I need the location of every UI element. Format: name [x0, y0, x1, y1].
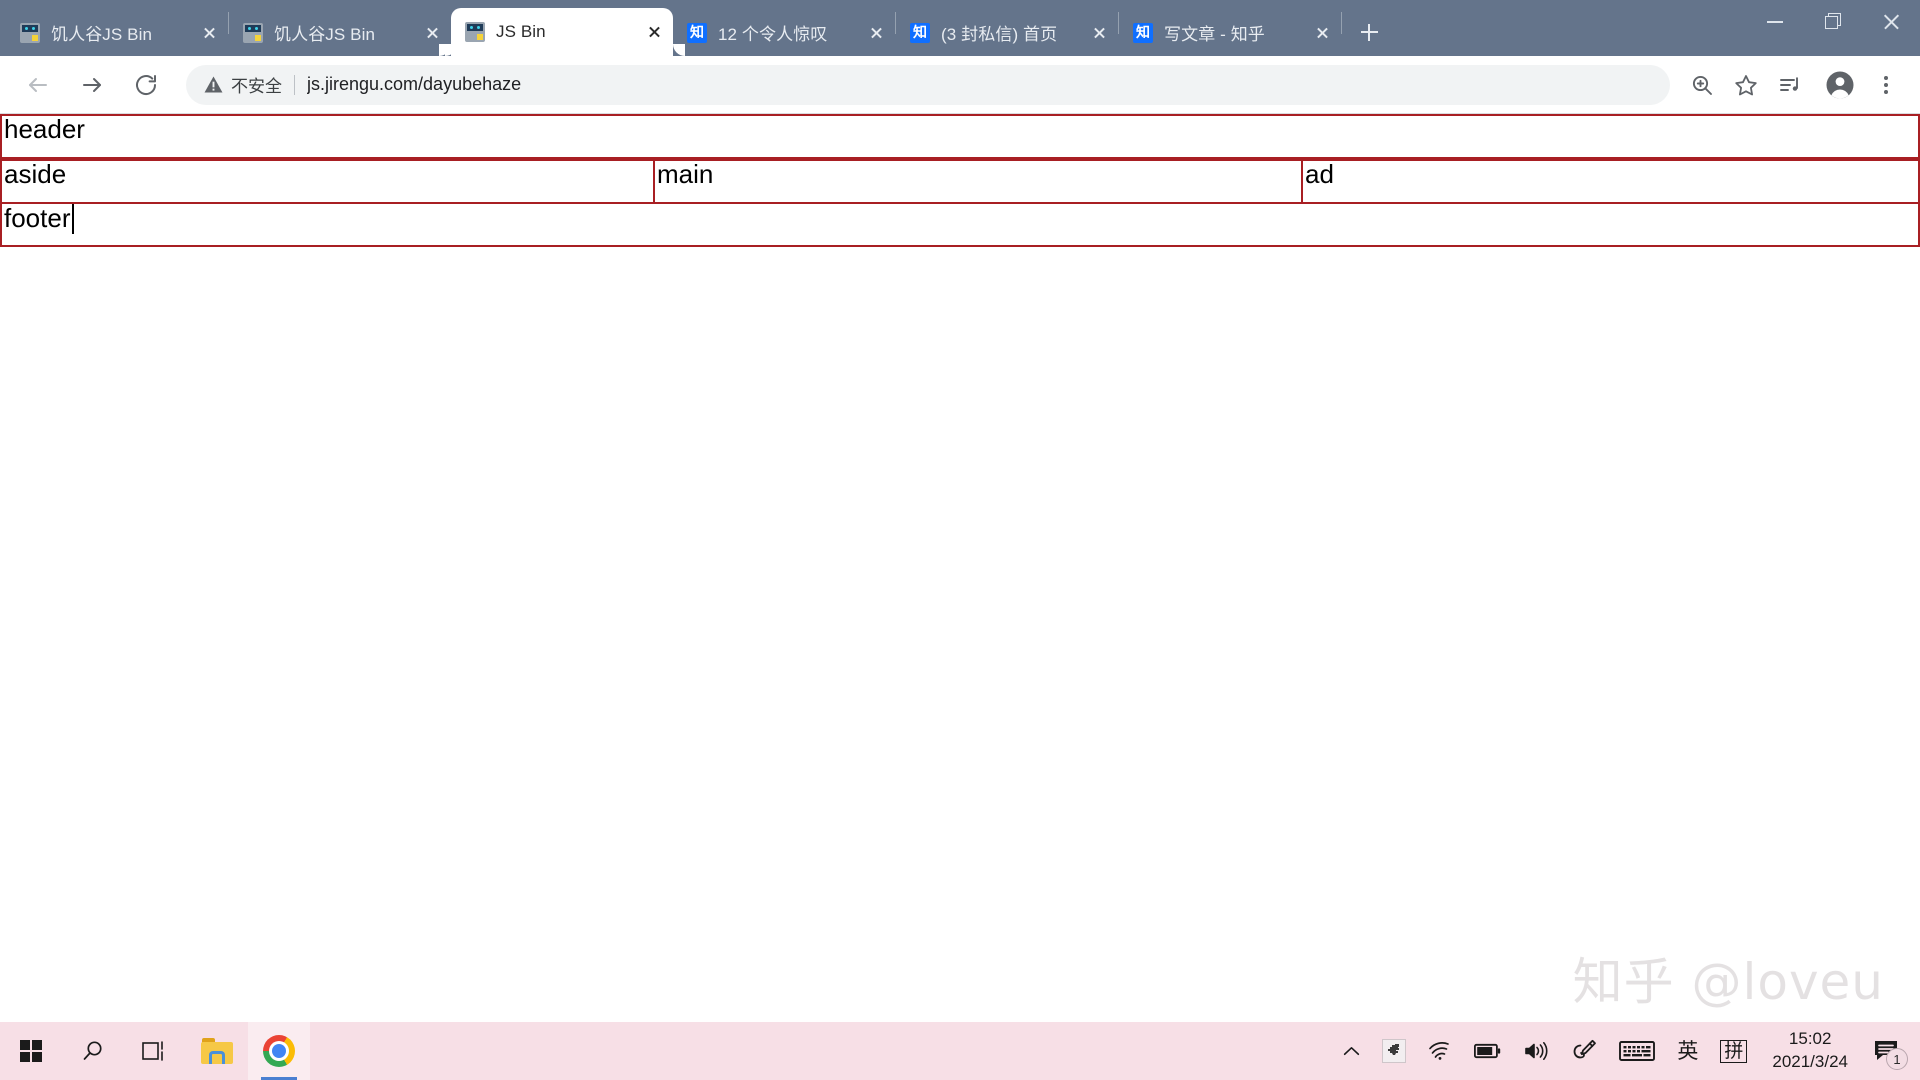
chrome-icon: [263, 1035, 295, 1067]
taskbar-clock[interactable]: 15:02 2021/3/24: [1758, 1022, 1862, 1080]
file-explorer-button[interactable]: [186, 1022, 248, 1080]
forward-button[interactable]: [72, 65, 112, 105]
not-secure-warning-icon[interactable]: [204, 76, 223, 93]
system-tray: 英 拼 15:02 2021/3/24 1: [1332, 1022, 1920, 1080]
star-icon[interactable]: [1726, 65, 1766, 105]
ime-mode-indicator[interactable]: 拼: [1709, 1022, 1758, 1080]
tab-close-icon[interactable]: [863, 20, 889, 46]
battery-icon[interactable]: [1463, 1022, 1512, 1080]
jsbin-favicon-icon: [465, 22, 485, 42]
browser-tab-6[interactable]: 知 写文章 - 知乎: [1119, 9, 1341, 56]
pen-icon[interactable]: [1560, 1022, 1608, 1080]
zoom-in-icon[interactable]: [1682, 65, 1722, 105]
start-button[interactable]: [0, 1022, 62, 1080]
zhihu-favicon-icon: 知: [910, 22, 930, 43]
reload-button[interactable]: [126, 65, 166, 105]
task-view-icon: [142, 1041, 163, 1061]
browser-tab-3-active[interactable]: JS Bin: [451, 8, 685, 56]
profile-avatar-icon[interactable]: [1820, 65, 1860, 105]
search-icon: [83, 1041, 102, 1060]
tab-close-icon[interactable]: [1309, 20, 1335, 46]
chrome-button[interactable]: [248, 1022, 310, 1080]
taskbar-app-area: [0, 1022, 310, 1080]
tab-close-icon[interactable]: [419, 20, 445, 46]
notification-center-button[interactable]: 1: [1862, 1022, 1912, 1080]
battery-glyph: [1474, 1043, 1501, 1059]
back-button[interactable]: [18, 65, 58, 105]
three-dot-menu-icon[interactable]: [1866, 65, 1906, 105]
tab-title: (3 封私信) 首页: [941, 25, 1058, 44]
tab-title: 饥人谷JS Bin: [51, 25, 153, 44]
text-caret: [71, 204, 74, 234]
page-block-header: header: [0, 114, 1920, 159]
ime-mode-label: 拼: [1720, 1039, 1748, 1063]
browser-tab-1[interactable]: 饥人谷JS Bin: [6, 9, 228, 56]
search-button[interactable]: [62, 1022, 124, 1080]
tab-title: 饥人谷JS Bin: [274, 25, 376, 44]
tab-title: 写文章 - 知乎: [1164, 25, 1265, 44]
ime-language-indicator[interactable]: 英: [1666, 1022, 1709, 1080]
page-block-main: main: [653, 159, 1303, 204]
wifi-icon[interactable]: [1417, 1022, 1463, 1080]
zhihu-favicon-icon: 知: [687, 22, 707, 43]
tab-title: JS Bin: [496, 22, 546, 41]
page-block-aside: aside: [0, 159, 655, 204]
tab-strip: 饥人谷JS Bin 饥人谷JS Bin JS Bin 知 12 个令人惊叹 知 …: [0, 0, 1920, 56]
new-tab-button[interactable]: [1352, 15, 1386, 49]
minimize-button[interactable]: [1746, 0, 1804, 42]
maximize-restore-button[interactable]: [1804, 0, 1862, 42]
chevron-up-icon: [1344, 1046, 1360, 1055]
windows-taskbar: 英 拼 15:02 2021/3/24 1: [0, 1022, 1920, 1080]
ime-language-label: 英: [1677, 1038, 1699, 1063]
tab-close-icon[interactable]: [196, 20, 222, 46]
omnibox-divider: [294, 74, 295, 95]
page-block-footer[interactable]: footer: [0, 202, 1920, 247]
footer-text: footer: [4, 203, 71, 233]
notification-badge: 1: [1886, 1048, 1908, 1070]
clock-time: 15:02: [1788, 1029, 1832, 1049]
jsbin-favicon-icon: [20, 22, 40, 43]
browser-tab-5[interactable]: 知 (3 封私信) 首页: [896, 9, 1118, 56]
dino-icon: [1382, 1039, 1407, 1063]
media-list-icon[interactable]: [1770, 65, 1810, 105]
tab-separator: [1341, 12, 1342, 34]
tab-title: 12 个令人惊叹: [718, 25, 828, 44]
jsbin-favicon-icon: [243, 22, 263, 43]
page-middle-row: aside main ad: [0, 159, 1920, 204]
keyboard-glyph: [1619, 1041, 1656, 1061]
security-status-text: 不安全: [231, 77, 282, 96]
close-window-button[interactable]: [1862, 0, 1920, 42]
chrome-browser-window: 饥人谷JS Bin 饥人谷JS Bin JS Bin 知 12 个令人惊叹 知 …: [0, 0, 1920, 1022]
dino-tray-icon[interactable]: [1371, 1022, 1417, 1080]
volume-icon[interactable]: [1512, 1022, 1560, 1080]
tab-close-icon[interactable]: [641, 19, 667, 45]
address-bar[interactable]: 不安全 js.jirengu.com/dayubehaze: [186, 64, 1670, 105]
zhihu-favicon-icon: 知: [1133, 22, 1153, 43]
folder-icon: [201, 1038, 233, 1064]
zhihu-watermark: 知乎 @loveu: [1572, 953, 1884, 1011]
screen: 饥人谷JS Bin 饥人谷JS Bin JS Bin 知 12 个令人惊叹 知 …: [0, 0, 1920, 1080]
task-view-button[interactable]: [124, 1022, 186, 1080]
clock-date: 2021/3/24: [1772, 1052, 1848, 1071]
browser-tab-2[interactable]: 饥人谷JS Bin: [229, 9, 451, 56]
browser-tab-4[interactable]: 知 12 个令人惊叹: [673, 9, 895, 56]
keyboard-icon[interactable]: [1608, 1022, 1666, 1080]
page-viewport: header aside main ad footer: [0, 114, 1920, 1022]
page-block-ad: ad: [1301, 159, 1920, 204]
show-hidden-icons-button[interactable]: [1332, 1022, 1371, 1080]
window-controls: [1746, 0, 1920, 42]
windows-logo-icon: [20, 1040, 42, 1062]
url-text: js.jirengu.com/dayubehaze: [307, 74, 522, 94]
browser-toolbar: 不安全 js.jirengu.com/dayubehaze: [0, 56, 1920, 114]
tab-close-icon[interactable]: [1086, 20, 1112, 46]
